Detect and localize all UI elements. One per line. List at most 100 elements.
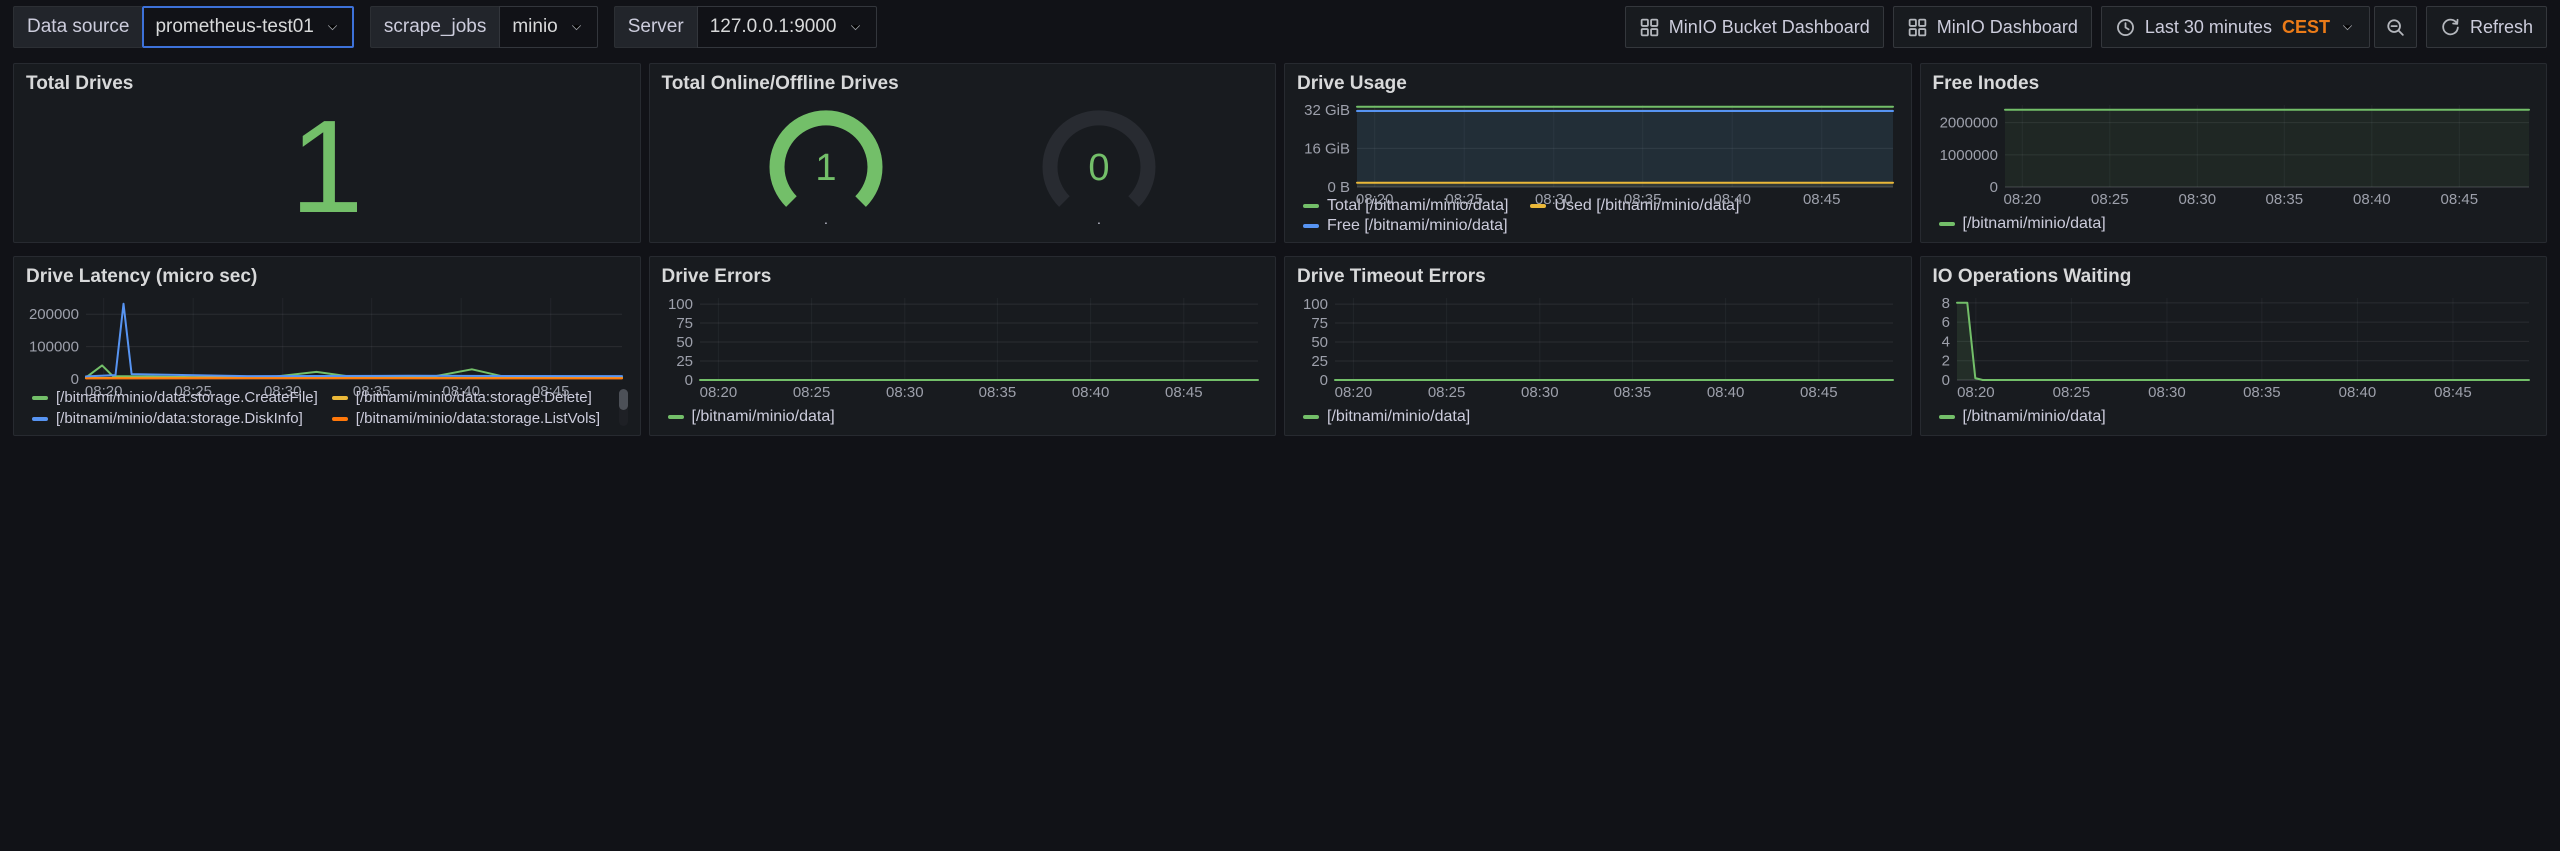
- legend-item[interactable]: [/bitnami/minio/data:storage.ListVols]: [332, 410, 614, 427]
- panel-title[interactable]: Drive Latency (micro sec): [24, 263, 630, 289]
- legend-label: [/bitnami/minio/data]: [692, 408, 835, 426]
- time-range-picker[interactable]: Last 30 minutes CEST: [2101, 6, 2370, 48]
- drive-usage-chart[interactable]: 08:2008:2508:3008:3508:4008:450 B16 GiB3…: [1295, 98, 1901, 194]
- drive-latency-chart[interactable]: 08:2008:2508:3008:3508:4008:450100000200…: [24, 291, 630, 386]
- dashboard-grid: Total Drives 1 Total Online/Offline Driv…: [0, 54, 2560, 445]
- minio-bucket-dashboard-button[interactable]: MinIO Bucket Dashboard: [1625, 6, 1884, 48]
- legend-scrollbar[interactable]: [619, 389, 628, 426]
- chevron-down-icon: [847, 19, 864, 36]
- svg-text:2000000: 2000000: [1939, 114, 1997, 131]
- svg-text:0: 0: [1989, 179, 1997, 196]
- svg-text:16 GiB: 16 GiB: [1304, 140, 1350, 157]
- svg-text:100000: 100000: [29, 338, 79, 355]
- drive-timeout-errors-chart[interactable]: 08:2008:2508:3008:3508:4008:450255075100: [1295, 291, 1901, 403]
- svg-text:08:40: 08:40: [1707, 384, 1745, 401]
- legend-item[interactable]: [/bitnami/minio/data]: [1939, 215, 2106, 233]
- zoom-out-button[interactable]: [2374, 6, 2417, 48]
- svg-text:200000: 200000: [29, 306, 79, 323]
- apps-icon: [1639, 17, 1660, 38]
- svg-text:08:45: 08:45: [2434, 384, 2472, 401]
- panel-title[interactable]: Total Online/Offline Drives: [660, 70, 1266, 96]
- svg-text:08:40: 08:40: [1713, 191, 1751, 208]
- svg-text:25: 25: [676, 353, 693, 370]
- svg-text:08:25: 08:25: [2091, 191, 2129, 208]
- legend-item[interactable]: [/bitnami/minio/data]: [1939, 408, 2106, 426]
- svg-text:.: .: [824, 211, 828, 227]
- legend-item[interactable]: [/bitnami/minio/data]: [668, 408, 835, 426]
- datasource-label: Data source: [13, 6, 142, 48]
- refresh-button[interactable]: Refresh: [2426, 6, 2547, 48]
- svg-text:0: 0: [1941, 372, 1949, 389]
- legend-item[interactable]: [/bitnami/minio/data:storage.DiskInfo]: [32, 410, 318, 427]
- server-select[interactable]: 127.0.0.1:9000: [697, 6, 877, 48]
- panel-title[interactable]: IO Operations Waiting: [1931, 263, 2537, 289]
- legend-item[interactable]: Free [/bitnami/minio/data]: [1303, 217, 1508, 235]
- stat-body: 1: [24, 98, 630, 236]
- scrape-jobs-variable: scrape_jobs minio: [370, 6, 598, 48]
- svg-text:0 B: 0 B: [1327, 179, 1350, 196]
- legend-label: [/bitnami/minio/data]: [1963, 215, 2106, 233]
- panel-title[interactable]: Drive Timeout Errors: [1295, 263, 1901, 289]
- legend-label: [/bitnami/minio/data]: [1963, 408, 2106, 426]
- svg-text:8: 8: [1941, 295, 1949, 312]
- panel-drive-usage: Drive Usage 08:2008:2508:3008:3508:4008:…: [1284, 63, 1912, 243]
- button-label: MinIO Dashboard: [1937, 17, 2078, 38]
- svg-text:100: 100: [667, 296, 692, 313]
- panel-title[interactable]: Drive Errors: [660, 263, 1266, 289]
- gauge-offline-drives: 0.: [1024, 105, 1174, 229]
- svg-text:32 GiB: 32 GiB: [1304, 102, 1350, 119]
- timezone-label: CEST: [2282, 17, 2330, 38]
- svg-text:0: 0: [1088, 147, 1109, 189]
- legend-item[interactable]: [/bitnami/minio/data]: [1303, 408, 1470, 426]
- svg-text:08:30: 08:30: [2178, 191, 2216, 208]
- panel-free-inodes: Free Inodes 08:2008:2508:3008:3508:4008:…: [1920, 63, 2548, 243]
- svg-text:08:20: 08:20: [1335, 384, 1373, 401]
- io-operations-waiting-chart[interactable]: 08:2008:2508:3008:3508:4008:4502468: [1931, 291, 2537, 403]
- scrape-jobs-select[interactable]: minio: [499, 6, 597, 48]
- svg-text:0: 0: [684, 372, 692, 389]
- datasource-select[interactable]: prometheus-test01: [142, 6, 353, 48]
- svg-text:08:45: 08:45: [2440, 191, 2478, 208]
- legend-swatch: [32, 396, 48, 400]
- svg-text:08:40: 08:40: [2338, 384, 2376, 401]
- refresh-icon: [2440, 17, 2461, 38]
- panel-title[interactable]: Drive Usage: [1295, 70, 1901, 96]
- panel-title[interactable]: Free Inodes: [1931, 70, 2537, 96]
- legend-item[interactable]: [/bitnami/minio/data:storage.CreateFile]: [32, 389, 318, 406]
- svg-text:08:45: 08:45: [1800, 384, 1838, 401]
- legend-item[interactable]: [/bitnami/minio/data:storage.Delete]: [332, 389, 614, 406]
- scrape-jobs-value: minio: [512, 16, 557, 38]
- panel-drive-latency: Drive Latency (micro sec) 08:2008:2508:3…: [13, 256, 641, 436]
- minio-dashboard-button[interactable]: MinIO Dashboard: [1893, 6, 2092, 48]
- legend-swatch: [1303, 224, 1319, 228]
- scrape-jobs-label: scrape_jobs: [370, 6, 499, 48]
- panel-total-drives: Total Drives 1: [13, 63, 641, 243]
- legend-swatch: [32, 417, 48, 421]
- free-inodes-chart[interactable]: 08:2008:2508:3008:3508:4008:450100000020…: [1931, 98, 2537, 210]
- legend-label: [/bitnami/minio/data:storage.DiskInfo]: [56, 410, 303, 427]
- svg-text:08:45: 08:45: [1165, 384, 1203, 401]
- panel-title[interactable]: Total Drives: [24, 70, 630, 96]
- datasource-variable: Data source prometheus-test01: [13, 6, 354, 48]
- svg-text:08:30: 08:30: [1535, 191, 1573, 208]
- svg-text:1000000: 1000000: [1939, 147, 1997, 164]
- svg-text:08:45: 08:45: [1803, 191, 1841, 208]
- legend: [/bitnami/minio/data]: [1931, 210, 2537, 236]
- legend: [/bitnami/minio/data]: [1931, 403, 2537, 429]
- drive-errors-chart[interactable]: 08:2008:2508:3008:3508:4008:450255075100: [660, 291, 1266, 403]
- button-label: MinIO Bucket Dashboard: [1669, 17, 1870, 38]
- stat-value: 1: [290, 101, 363, 233]
- svg-text:08:20: 08:20: [2003, 191, 2041, 208]
- legend-label: [/bitnami/minio/data:storage.Delete]: [356, 389, 592, 406]
- chevron-down-icon: [2339, 19, 2356, 36]
- legend-swatch: [1939, 222, 1955, 226]
- legend: [/bitnami/minio/data]: [660, 403, 1266, 429]
- legend-container: [/bitnami/minio/data:storage.CreateFile]…: [24, 386, 630, 429]
- legend: [/bitnami/minio/data]: [1295, 403, 1901, 429]
- legend: [/bitnami/minio/data:storage.CreateFile]…: [24, 386, 614, 429]
- svg-text:08:40: 08:40: [1071, 384, 1109, 401]
- scrollbar-thumb[interactable]: [619, 389, 628, 410]
- svg-text:08:20: 08:20: [1356, 191, 1394, 208]
- chevron-down-icon: [324, 19, 341, 36]
- legend-swatch: [1303, 415, 1319, 419]
